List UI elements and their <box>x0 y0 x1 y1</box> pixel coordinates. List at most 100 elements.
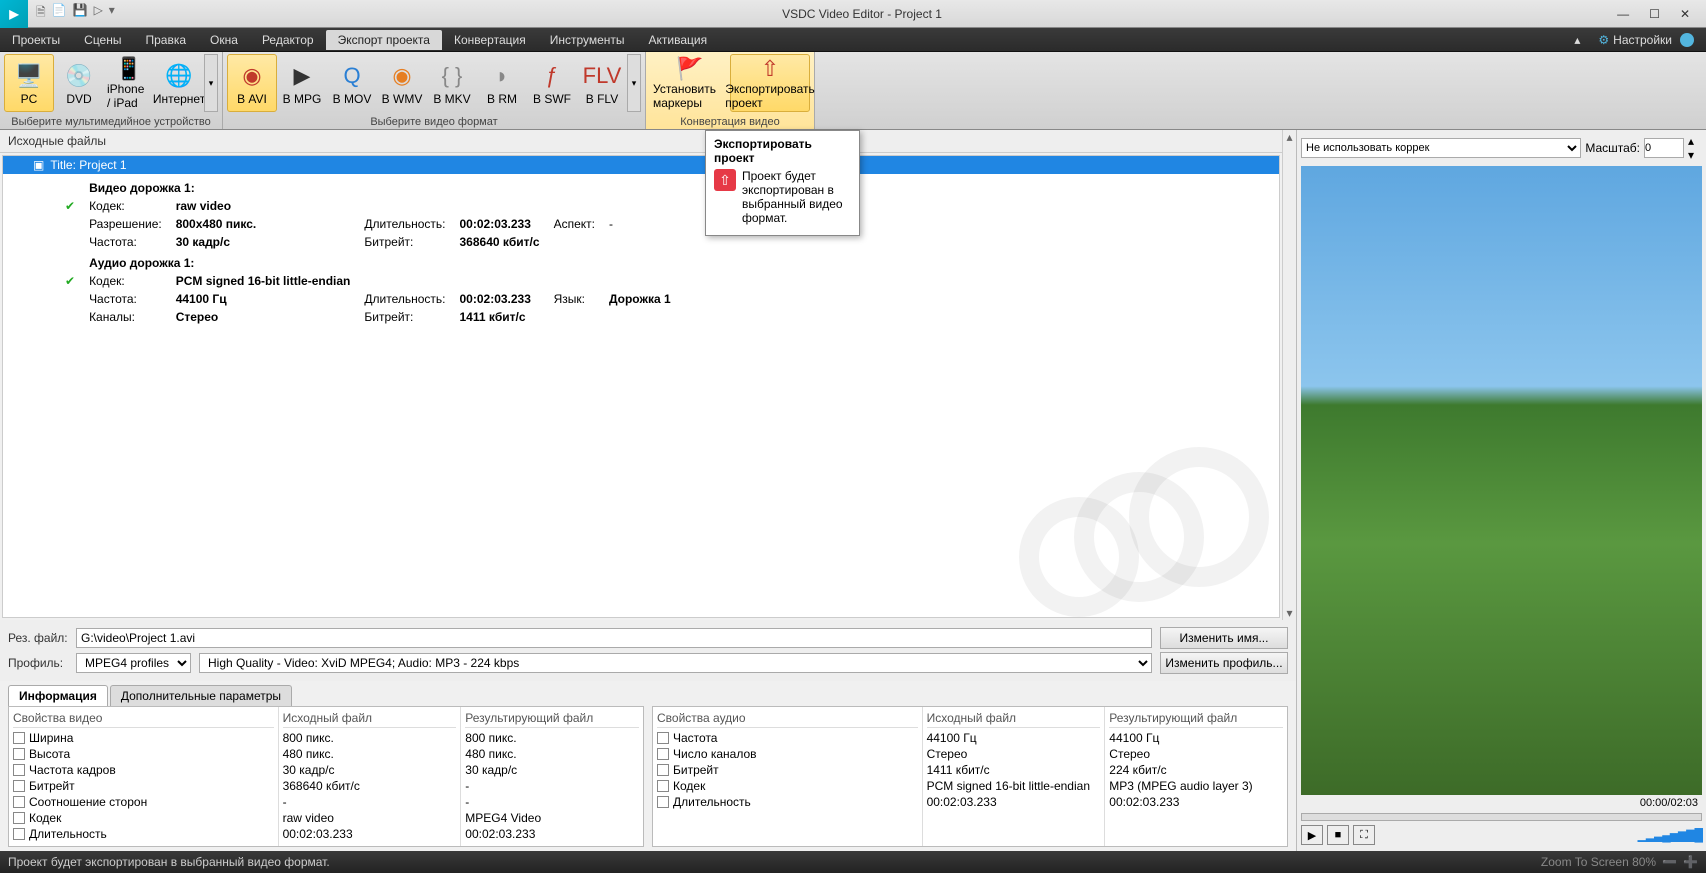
profile-label: Профиль: <box>8 656 68 670</box>
check-icon: ✔ <box>65 273 87 325</box>
qat-save-icon[interactable]: 💾 <box>73 3 88 24</box>
ribbon-В RM[interactable]: ◗В RM <box>477 54 527 112</box>
menu-Правка[interactable]: Правка <box>134 30 199 50</box>
change-profile-button[interactable]: Изменить профиль... <box>1160 652 1288 674</box>
menu-Конвертация[interactable]: Конвертация <box>442 30 538 50</box>
video-preview[interactable] <box>1301 166 1702 795</box>
gear-icon: ⚙ <box>1598 33 1609 47</box>
ribbon-dropdown[interactable]: ▾ <box>204 54 218 112</box>
checkbox[interactable] <box>657 796 669 808</box>
zoom-out-icon[interactable]: ➖ <box>1662 855 1677 869</box>
user-icon <box>1680 33 1694 47</box>
scale-input[interactable] <box>1644 138 1684 158</box>
ribbon-В MOV[interactable]: QВ MOV <box>327 54 377 112</box>
qat-new-icon[interactable]: 🗎 <box>36 3 46 24</box>
ribbon-dropdown[interactable]: ▾ <box>627 54 641 112</box>
close-button[interactable]: ✕ <box>1680 7 1690 21</box>
statusbar: Проект будет экспортирован в выбранный в… <box>0 851 1706 873</box>
menu-Экспорт проекта[interactable]: Экспорт проекта <box>326 30 442 50</box>
checkbox[interactable] <box>13 796 25 808</box>
qat-dropdown-icon[interactable]: ▾ <box>109 3 115 24</box>
quality-select[interactable]: High Quality - Video: XviD MPEG4; Audio:… <box>199 653 1152 673</box>
checkbox[interactable] <box>13 812 25 824</box>
ribbon-В MPG[interactable]: ▶В MPG <box>277 54 327 112</box>
checkbox[interactable] <box>657 764 669 776</box>
export-icon: ⇧ <box>714 169 736 191</box>
window-title: VSDC Video Editor - Project 1 <box>123 7 1601 21</box>
ribbon-iPhone / iPad[interactable]: 📱iPhone / iPad <box>104 54 154 112</box>
prop-row: Кодек <box>13 810 274 826</box>
prop-row: Кодек <box>657 778 918 794</box>
check-icon: ✔ <box>65 198 87 250</box>
minimize-button[interactable]: — <box>1617 7 1629 21</box>
video-properties-table: Свойства видеоШиринаВысотаЧастота кадров… <box>8 706 644 847</box>
scale-up-icon[interactable]: ▴ <box>1688 134 1702 148</box>
tab-info[interactable]: Информация <box>8 685 108 706</box>
tab-extra[interactable]: Дополнительные параметры <box>110 685 292 706</box>
stop-button[interactable]: ■ <box>1327 825 1349 845</box>
seekbar[interactable] <box>1301 813 1702 821</box>
menu-Проекты[interactable]: Проекты <box>0 30 72 50</box>
source-tree[interactable]: ▣Title: Project 1 Видео дорожка 1: ✔Коде… <box>2 155 1280 618</box>
prop-row: Частота <box>657 730 918 746</box>
ribbon-group-formats: ◉В AVI▶В MPGQВ MOV◉В WMV{ }В MKV◗В RMƒВ … <box>223 52 646 129</box>
qat-open-icon[interactable]: 📄 <box>52 3 67 24</box>
checkbox[interactable] <box>13 764 25 776</box>
fullscreen-button[interactable]: ⛶ <box>1353 825 1375 845</box>
menu-Инструменты[interactable]: Инструменты <box>538 30 637 50</box>
prop-row: Высота <box>13 746 274 762</box>
ribbon-В AVI[interactable]: ◉В AVI <box>227 54 277 112</box>
prop-row: Число каналов <box>657 746 918 762</box>
prop-row: Частота кадров <box>13 762 274 778</box>
prop-row: Длительность <box>13 826 274 842</box>
prop-row: Ширина <box>13 730 274 746</box>
ribbon-PC[interactable]: 🖥️PC <box>4 54 54 112</box>
prop-row: Длительность <box>657 794 918 810</box>
preview-panel: Не использовать коррек Масштаб: ▴▾ 00:00… <box>1296 130 1706 851</box>
checkbox[interactable] <box>657 748 669 760</box>
ribbon-В WMV[interactable]: ◉В WMV <box>377 54 427 112</box>
correction-select[interactable]: Не использовать коррек <box>1301 138 1581 158</box>
titlebar: ▶ 🗎 📄 💾 ▷ ▾ VSDC Video Editor - Project … <box>0 0 1706 28</box>
play-button[interactable]: ▶ <box>1301 825 1323 845</box>
project-title: Title: Project 1 <box>50 158 126 172</box>
menubar: ПроектыСценыПравкаОкнаРедакторЭкспорт пр… <box>0 28 1706 52</box>
scale-label: Масштаб: <box>1585 141 1640 155</box>
ribbon-Установить маркеры[interactable]: 🚩Установить маркеры <box>650 54 730 112</box>
ribbon-DVD[interactable]: 💿DVD <box>54 54 104 112</box>
zoom-in-icon[interactable]: ➕ <box>1683 855 1698 869</box>
sources-label: Исходные файлы <box>0 130 1282 153</box>
ribbon-В FLV[interactable]: FLVВ FLV <box>577 54 627 112</box>
result-file-input[interactable] <box>76 628 1152 648</box>
checkbox[interactable] <box>13 732 25 744</box>
vertical-scrollbar[interactable]: ▴▾ <box>1282 130 1296 620</box>
profile-select[interactable]: MPEG4 profiles <box>76 653 191 673</box>
export-tooltip: Экспортировать проект ⇧ Проект будет экс… <box>705 130 860 236</box>
menu-Редактор[interactable]: Редактор <box>250 30 326 50</box>
ribbon-В SWF[interactable]: ƒВ SWF <box>527 54 577 112</box>
qat-play-icon[interactable]: ▷ <box>94 3 103 24</box>
expand-icon[interactable]: ▴ <box>1568 33 1586 47</box>
tree-expand-icon[interactable]: ▣ <box>33 158 44 172</box>
property-tabs: Информация Дополнительные параметры <box>8 685 1288 706</box>
menu-Активация[interactable]: Активация <box>637 30 720 50</box>
settings-button[interactable]: ⚙Настройки <box>1586 30 1706 50</box>
app-logo-icon: ▶ <box>0 0 28 28</box>
menu-Окна[interactable]: Окна <box>198 30 250 50</box>
scale-down-icon[interactable]: ▾ <box>1688 148 1702 162</box>
quick-access-toolbar: 🗎 📄 💾 ▷ ▾ <box>28 3 123 24</box>
ribbon-В MKV[interactable]: { }В MKV <box>427 54 477 112</box>
maximize-button[interactable]: ☐ <box>1649 7 1660 21</box>
ribbon-group-convert: 🚩Установить маркеры⇧Экспортировать проек… <box>646 52 815 129</box>
checkbox[interactable] <box>13 828 25 840</box>
menu-Сцены[interactable]: Сцены <box>72 30 133 50</box>
ribbon-group-devices: 🖥️PC💿DVD📱iPhone / iPad🌐Интернет▾ Выберит… <box>0 52 223 129</box>
checkbox[interactable] <box>657 780 669 792</box>
checkbox[interactable] <box>13 780 25 792</box>
ribbon-Экспортировать проект[interactable]: ⇧Экспортировать проект <box>730 54 810 112</box>
change-name-button[interactable]: Изменить имя... <box>1160 627 1288 649</box>
checkbox[interactable] <box>657 732 669 744</box>
checkbox[interactable] <box>13 748 25 760</box>
ribbon-Интернет[interactable]: 🌐Интернет <box>154 54 204 112</box>
volume-icon[interactable]: ▁▂▃▄▅▆▇█ <box>1638 828 1702 842</box>
